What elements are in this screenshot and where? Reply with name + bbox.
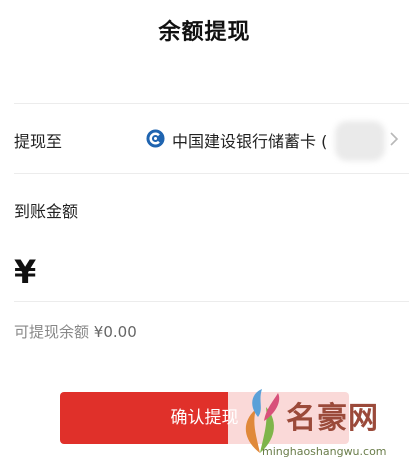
divider-top bbox=[14, 103, 409, 104]
arrival-amount-label: 到账金额 bbox=[14, 202, 79, 221]
currency-symbol: ¥ bbox=[14, 253, 37, 291]
available-balance-label: 可提现余额 bbox=[14, 323, 90, 341]
amount-field[interactable] bbox=[54, 251, 384, 291]
ccb-bank-icon bbox=[146, 129, 165, 148]
available-balance: 可提现余额 ¥0.00 bbox=[14, 321, 137, 342]
bank-card-name: 中国建设银行储蓄卡 ( bbox=[172, 132, 328, 151]
confirm-withdraw-button[interactable]: 确认提现 bbox=[60, 392, 349, 444]
bank-card-selector[interactable]: 中国建设银行储蓄卡 ( bbox=[145, 117, 409, 162]
divider-amount bbox=[14, 301, 409, 302]
chevron-right-icon bbox=[390, 132, 399, 146]
watermark-url: minghaoshangwu.com bbox=[262, 445, 387, 458]
withdraw-to-label: 提现至 bbox=[14, 132, 63, 151]
amount-input-row[interactable]: ¥ bbox=[14, 247, 394, 295]
available-balance-value: ¥0.00 bbox=[93, 323, 137, 341]
card-number-mask bbox=[335, 121, 385, 161]
divider-middle bbox=[14, 173, 409, 174]
page-title: 余额提现 bbox=[158, 20, 251, 45]
